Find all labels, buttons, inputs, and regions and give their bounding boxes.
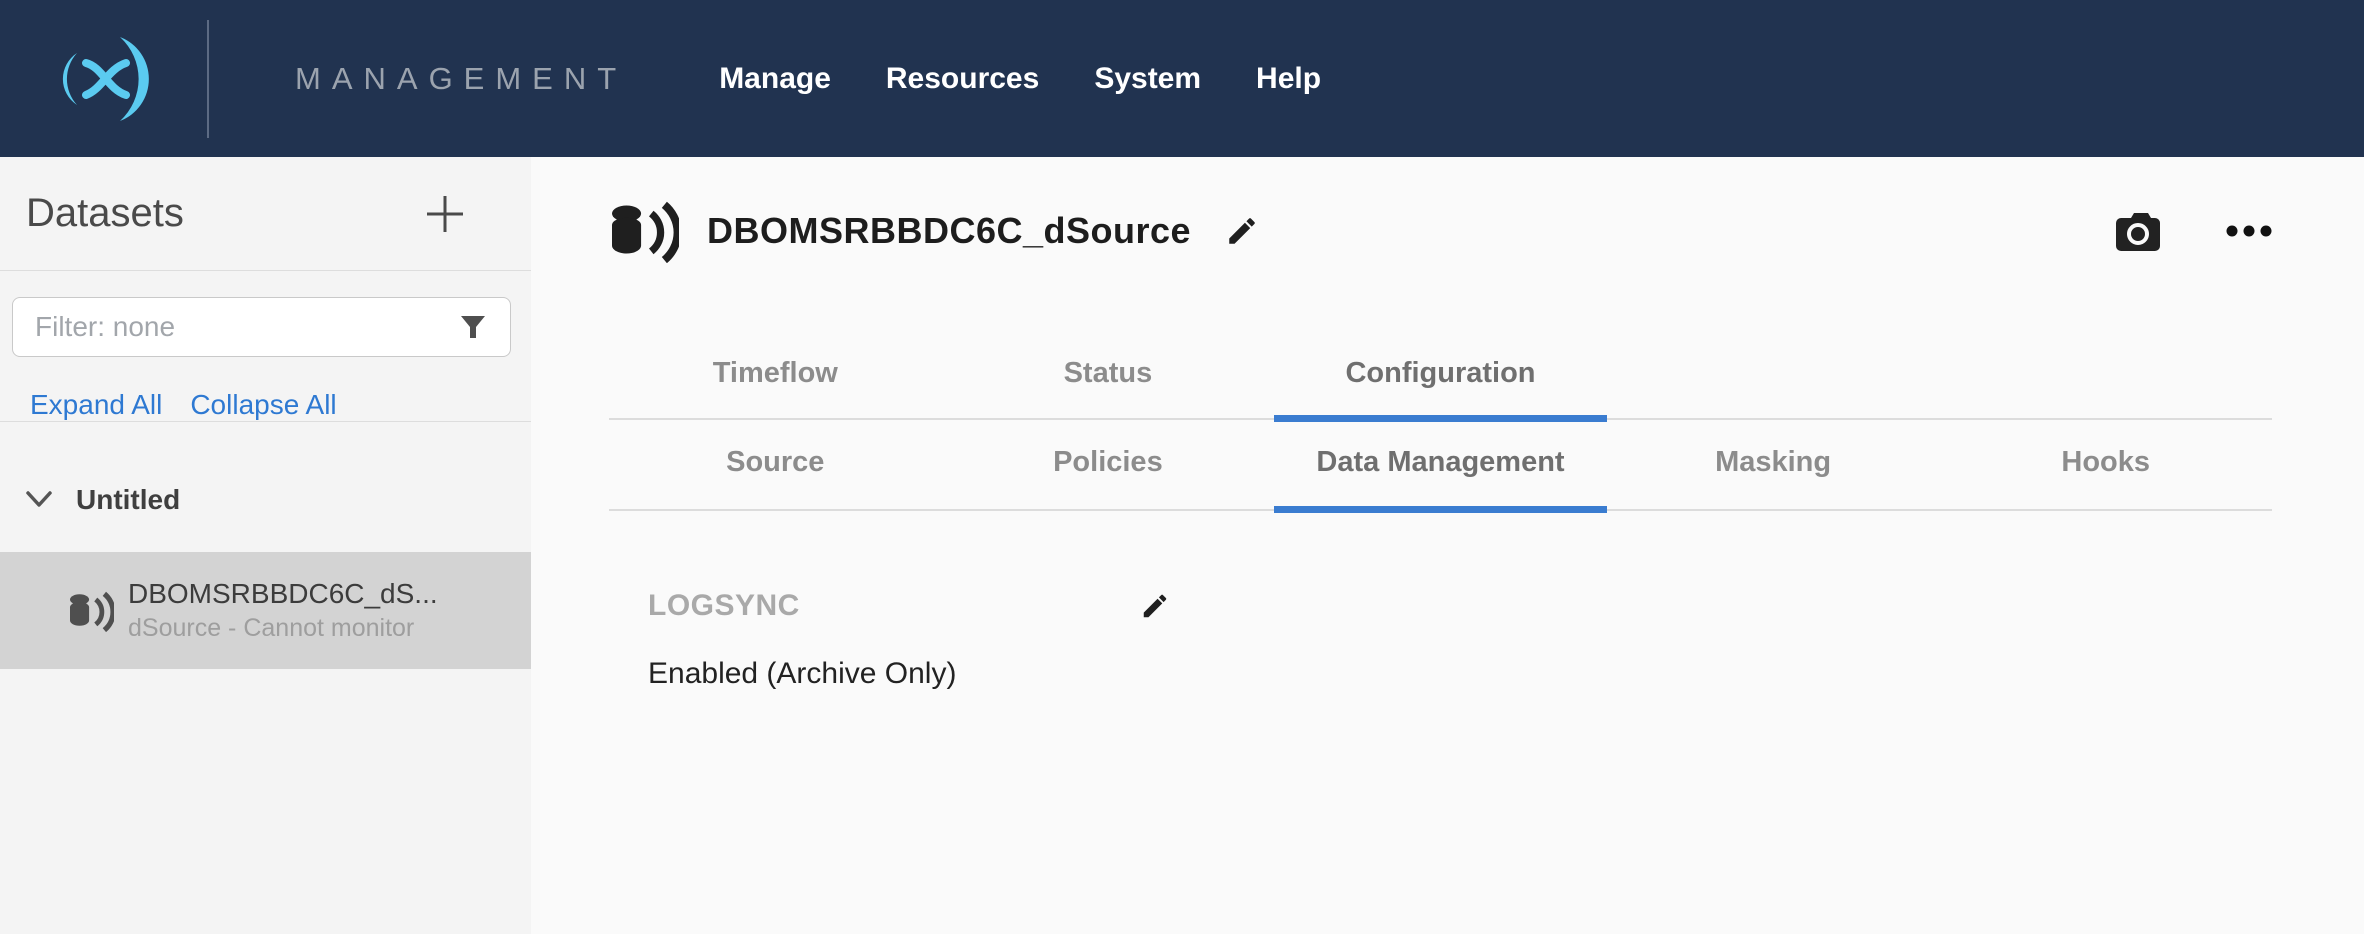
ellipsis-icon — [2226, 225, 2272, 237]
tree-group-untitled[interactable]: Untitled — [0, 454, 531, 538]
configuration-subtabs: Source Policies Data Management Masking … — [609, 420, 2272, 511]
primary-tabs: Timeflow Status Configuration — [609, 341, 2272, 420]
delphix-logo-icon — [44, 31, 164, 127]
tab-configuration[interactable]: Configuration — [1274, 341, 1607, 418]
chevron-down-icon — [24, 489, 54, 511]
delphix-logo[interactable] — [0, 0, 207, 157]
pencil-icon — [1225, 214, 1259, 248]
filter-funnel-button[interactable] — [458, 312, 488, 342]
filter-input[interactable] — [35, 311, 458, 343]
menu-item-system[interactable]: System — [1094, 62, 1201, 96]
menu-item-manage[interactable]: Manage — [719, 62, 831, 96]
logsync-label: LOGSYNC — [648, 589, 800, 623]
edit-logsync-button[interactable] — [1140, 591, 1170, 621]
tree-item-dsource[interactable]: DBOMSRBBDC6C_dS... dSource - Cannot moni… — [0, 552, 531, 669]
logsync-value: Enabled (Archive Only) — [648, 657, 2272, 691]
product-name: MANAGEMENT — [295, 61, 627, 97]
menu-item-resources[interactable]: Resources — [886, 62, 1039, 96]
tree-controls: Expand All Collapse All — [0, 357, 531, 422]
subtab-data-management[interactable]: Data Management — [1274, 420, 1607, 509]
main-menu: Manage Resources System Help — [719, 62, 1321, 96]
sidebar-header: Datasets — [0, 157, 531, 271]
dataset-header: DBOMSRBBDC6C_dSource — [609, 199, 2272, 263]
datasets-sidebar: Datasets Expand All Collapse All — [0, 157, 531, 934]
add-dataset-button[interactable] — [423, 192, 467, 236]
expand-all-link[interactable]: Expand All — [30, 389, 162, 421]
more-actions-button[interactable] — [2226, 225, 2272, 237]
collapse-all-link[interactable]: Collapse All — [190, 389, 336, 421]
plus-icon — [423, 192, 467, 236]
dsource-icon — [609, 199, 679, 263]
dsource-icon — [609, 199, 679, 263]
dsource-icon — [68, 590, 114, 632]
tree-item-texts: DBOMSRBBDC6C_dS... dSource - Cannot moni… — [128, 576, 438, 645]
filter-funnel-icon — [458, 312, 488, 342]
tree-group-label: Untitled — [76, 484, 180, 516]
navbar-divider — [207, 20, 209, 138]
camera-icon — [2114, 209, 2162, 253]
tree-item-name: DBOMSRBBDC6C_dS... — [128, 576, 438, 612]
pencil-icon — [1140, 591, 1170, 621]
menu-item-help[interactable]: Help — [1256, 62, 1321, 96]
tab-timeflow[interactable]: Timeflow — [609, 341, 942, 418]
edit-title-button[interactable] — [1225, 214, 1259, 248]
sidebar-title: Datasets — [26, 191, 184, 236]
page-title: DBOMSRBBDC6C_dSource — [707, 210, 1191, 252]
data-management-content: LOGSYNC Enabled (Archive Only) — [609, 589, 2272, 691]
header-actions — [2114, 209, 2272, 253]
logsync-field-header: LOGSYNC — [648, 589, 1170, 623]
subtab-source[interactable]: Source — [609, 420, 942, 509]
subtab-policies[interactable]: Policies — [942, 420, 1275, 509]
top-navbar: MANAGEMENT Manage Resources System Help — [0, 0, 2364, 157]
filter-field — [12, 297, 511, 357]
subtab-hooks[interactable]: Hooks — [1939, 420, 2272, 509]
dsource-icon — [68, 590, 114, 632]
tab-status[interactable]: Status — [942, 341, 1275, 418]
tree-item-status: dSource - Cannot monitor — [128, 612, 438, 645]
snapshot-camera-button[interactable] — [2114, 209, 2162, 253]
subtab-masking[interactable]: Masking — [1607, 420, 1940, 509]
main-panel: DBOMSRBBDC6C_dSource — [531, 157, 2364, 934]
datasets-tree: Untitled DBOMSRBBDC6C_dS... dSource - — [0, 454, 531, 934]
app-window: MANAGEMENT Manage Resources System Help … — [0, 0, 2364, 934]
